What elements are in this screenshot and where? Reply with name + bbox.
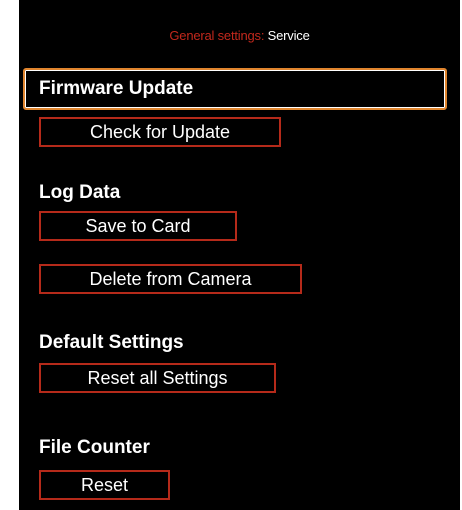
section-title-log-data: Log Data bbox=[39, 182, 121, 203]
reset-file-counter-button[interactable]: Reset bbox=[39, 470, 170, 500]
section-title-firmware-update[interactable]: Firmware Update bbox=[39, 78, 193, 100]
service-settings-screen: General settings: Service Firmware Updat… bbox=[19, 0, 460, 510]
section-title-default-settings: Default Settings bbox=[39, 332, 184, 353]
section-title-file-counter: File Counter bbox=[39, 437, 150, 458]
check-for-update-button[interactable]: Check for Update bbox=[39, 117, 281, 147]
reset-all-settings-button[interactable]: Reset all Settings bbox=[39, 363, 276, 393]
delete-from-camera-button[interactable]: Delete from Camera bbox=[39, 264, 302, 294]
header-breadcrumb: General settings: bbox=[169, 28, 265, 43]
save-to-card-button[interactable]: Save to Card bbox=[39, 211, 237, 241]
screen-header: General settings: Service bbox=[19, 28, 460, 43]
header-title: Service bbox=[267, 28, 310, 43]
